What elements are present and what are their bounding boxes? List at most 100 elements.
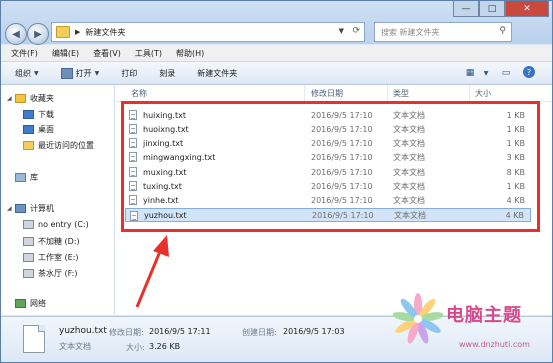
text-file-icon [129,195,137,205]
nav-libraries[interactable]: 库 [15,172,38,183]
maximize-button[interactable]: □ [479,1,505,17]
column-size[interactable]: 大小 [475,88,491,99]
nav-favorites[interactable]: ◢ 收藏夹 [7,93,54,104]
menu-file[interactable]: 文件(F) [11,48,38,59]
text-file-icon [129,167,137,177]
file-row-selected[interactable]: yuzhou.txt 2016/9/5 17:10 文本文档 4 KB [125,208,531,222]
nav-recent-label: 最近访问的位置 [38,141,94,150]
nav-computer[interactable]: ◢ 计算机 [7,203,54,214]
nav-drive-e[interactable]: 工作室 (E:) [23,252,79,263]
drive-icon [23,220,34,229]
nav-drive-e-label: 工作室 (E:) [38,253,79,262]
file-row[interactable]: tuxing.txt 2016/9/5 17:10 文本文档 1 KB [125,179,531,193]
burn-label: 刻录 [159,68,176,78]
explorer-window: — □ ✕ ◀ ▶ ▶ 新建文件夹 ▼ ⟳ 搜索 新建文件夹 ⚲ 文件(F) 编… [0,0,553,363]
detail-filetype: 文本文档 [59,342,91,351]
menu-view[interactable]: 查看(V) [93,48,121,59]
detail-modified: 2016/9/5 17:11 [149,327,211,336]
nav-drive-d[interactable]: 不加糖 (D:) [23,236,80,247]
downloads-icon [23,110,34,119]
star-icon [15,94,26,103]
forward-button[interactable]: ▶ [27,23,49,45]
file-row[interactable]: yinhe.txt 2016/9/5 17:10 文本文档 4 KB [125,193,531,207]
file-type: 文本文档 [393,195,425,205]
command-toolbar: 组织 ▼ 打开 ▼ 打印 刻录 新建文件夹 ▦ ▼ ▭ ? [1,62,552,85]
file-size: 4 KB [506,195,525,205]
menu-tools[interactable]: 工具(T) [135,48,162,59]
view-options-icon[interactable]: ▦ [463,66,477,80]
nav-network[interactable]: 网络 [15,298,46,309]
detail-created: 2016/9/5 17:03 [283,327,345,336]
text-file-icon [129,110,137,120]
file-type: 文本文档 [393,138,425,148]
nav-favorites-label: 收藏夹 [30,94,54,103]
back-button[interactable]: ◀ [5,23,27,45]
address-dropdown-icon[interactable]: ▼ [339,27,344,35]
menu-edit[interactable]: 编辑(E) [52,48,79,59]
file-row[interactable]: jinxing.txt 2016/9/5 17:10 文本文档 1 KB [125,136,531,150]
file-name: tuxing.txt [143,181,182,191]
detail-filename: yuzhou.txt [59,326,107,336]
nav-drive-c[interactable]: no entry (C:) [23,220,89,229]
detail-created-label: 创建日期: [242,328,277,337]
nav-drive-f[interactable]: 茶水厅 (F:) [23,268,77,279]
file-size: 1 KB [506,110,525,120]
navigation-pane: ◢ 收藏夹 下载 桌面 最近访问的位置 库 ◢ 计算机 no entry (C:) … [1,85,115,315]
file-size: 1 KB [506,138,525,148]
text-file-icon [130,211,138,221]
file-row[interactable]: huixing.txt 2016/9/5 17:10 文本文档 1 KB [125,108,531,122]
minimize-button[interactable]: — [453,1,479,17]
file-date: 2016/9/5 17:10 [311,167,373,177]
text-file-icon [129,124,137,134]
detail-size-label: 大小: [126,343,145,352]
address-bar-area: — □ ✕ ◀ ▶ ▶ 新建文件夹 ▼ ⟳ 搜索 新建文件夹 ⚲ [1,1,552,45]
file-size: 1 KB [506,181,525,191]
column-name[interactable]: 名称 [131,88,147,99]
folder-icon [56,26,70,38]
text-file-icon [129,138,137,148]
menu-help[interactable]: 帮助(H) [176,48,204,59]
print-button[interactable]: 打印 [121,68,137,79]
nav-desktop[interactable]: 桌面 [23,124,54,135]
collapse-icon[interactable]: ◢ [7,95,13,102]
collapse-icon[interactable]: ◢ [7,205,13,212]
file-date: 2016/9/5 17:10 [311,110,373,120]
view-dropdown-icon[interactable]: ▼ [479,66,493,80]
search-placeholder: 搜索 新建文件夹 [381,27,440,37]
search-input[interactable]: 搜索 新建文件夹 ⚲ [374,22,512,42]
nav-network-label: 网络 [30,299,46,308]
file-list-pane: 名称 修改日期 类型 大小 huixing.txt 2016/9/5 17:10… [115,85,552,315]
address-path: 新建文件夹 [85,27,126,37]
help-icon[interactable]: ? [523,66,535,78]
desktop-icon [23,125,34,134]
file-row[interactable]: huoixng.txt 2016/9/5 17:10 文本文档 1 KB [125,122,531,136]
column-date[interactable]: 修改日期 [311,88,343,99]
file-type: 文本文档 [393,167,425,177]
file-type: 文本文档 [393,124,425,134]
nav-desktop-label: 桌面 [38,125,54,134]
file-date: 2016/9/5 17:10 [311,181,373,191]
preview-pane-icon[interactable]: ▭ [499,66,513,80]
text-file-large-icon [23,325,45,353]
burn-button[interactable]: 刻录 [159,68,175,79]
file-size: 8 KB [506,167,525,177]
detail-size: 3.26 KB [149,342,181,351]
column-type[interactable]: 类型 [393,88,409,99]
network-icon [15,299,26,308]
new-folder-button[interactable]: 新建文件夹 [197,68,237,79]
address-bar[interactable]: ▶ 新建文件夹 ▼ ⟳ [51,22,365,42]
close-button[interactable]: ✕ [505,1,549,17]
open-button[interactable]: 打开 ▼ [60,67,99,79]
refresh-icon[interactable]: ⟳ [352,26,360,36]
file-row[interactable]: mingwangxing.txt 2016/9/5 17:10 文本文档 3 K… [125,150,531,164]
nav-recent[interactable]: 最近访问的位置 [23,140,94,151]
print-label: 打印 [121,68,138,78]
organize-button[interactable]: 组织 ▼ [15,68,39,79]
file-type: 文本文档 [393,152,425,162]
new-folder-label: 新建文件夹 [197,68,238,78]
file-row[interactable]: muxing.txt 2016/9/5 17:10 文本文档 8 KB [125,165,531,179]
nav-downloads[interactable]: 下载 [23,109,54,120]
column-header: 名称 修改日期 类型 大小 [115,85,552,102]
watermark-url: www.dnzhuti.com [459,340,530,349]
file-name: jinxing.txt [143,138,184,148]
